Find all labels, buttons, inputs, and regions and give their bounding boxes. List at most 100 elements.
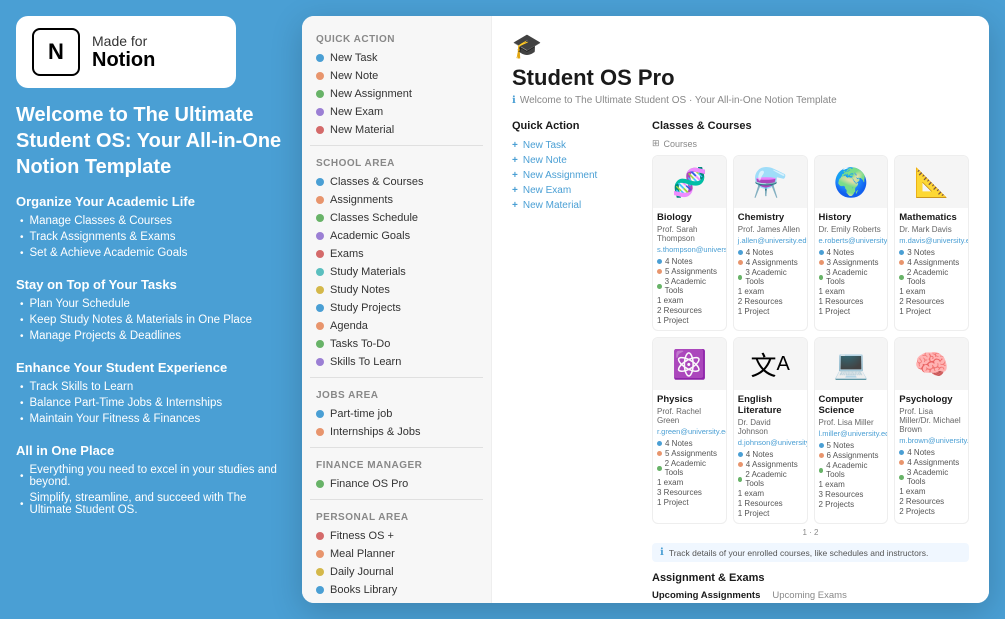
course-stat: 4 Assignments — [899, 458, 964, 467]
sidebar-divider — [310, 499, 483, 500]
course-image-english: 文A — [734, 338, 807, 390]
course-image-mathematics: 📐 — [895, 156, 968, 208]
list-item: Keep Study Notes & Materials in One Plac… — [20, 312, 286, 328]
sidebar-item-new-exam[interactable]: New Exam — [310, 103, 483, 121]
sidebar-item-tasks-todo[interactable]: Tasks To-Do — [310, 335, 483, 353]
course-stat: 4 Assignments — [899, 258, 964, 267]
course-body-biology: Biology Prof. Sarah Thompson s.thompson@… — [653, 208, 726, 330]
course-stat: 1 Project — [657, 498, 722, 507]
pagination-tabs[interactable]: 1 · 2 — [652, 528, 969, 537]
list-item: Track Skills to Learn — [20, 379, 286, 395]
sidebar-item-finance-os[interactable]: Finance OS Pro — [310, 475, 483, 493]
course-body-mathematics: Mathematics Dr. Mark Davis m.davis@unive… — [895, 208, 968, 321]
course-stat: 1 exam — [899, 287, 964, 296]
course-prof: Prof. Rachel Green — [657, 407, 722, 425]
sidebar-item-agenda[interactable]: Agenda — [310, 317, 483, 335]
sidebar-item-label: Internships & Jobs — [330, 426, 421, 438]
course-name: Physics — [657, 394, 722, 405]
content-sections: Quick Action New Task New Note New Assig… — [512, 120, 969, 603]
dot-icon — [316, 358, 324, 366]
left-title: Welcome to The Ultimate Student OS: Your… — [16, 102, 286, 180]
course-stat: 1 exam — [738, 489, 803, 498]
classes-heading: Classes & Courses — [652, 120, 969, 132]
sidebar-item-books-library[interactable]: Books Library — [310, 581, 483, 599]
sidebar-item-label: Habits Tracker — [330, 602, 401, 603]
course-stat: 5 Assignments — [657, 267, 722, 276]
sidebar-item-daily-journal[interactable]: Daily Journal — [310, 563, 483, 581]
course-stat: 2 Resources — [899, 297, 964, 306]
course-card-english[interactable]: 文A English Literature Dr. David Johnson … — [733, 337, 808, 524]
sidebar-item-academic-goals[interactable]: Academic Goals — [310, 227, 483, 245]
course-stat: 3 Notes — [899, 248, 964, 257]
qa-new-task[interactable]: New Task — [512, 138, 632, 153]
sidebar-item-exams[interactable]: Exams — [310, 245, 483, 263]
course-card-chemistry[interactable]: ⚗️ Chemistry Prof. James Allen j.allen@u… — [733, 155, 808, 331]
classes-section: Classes & Courses ⊞ Courses 🧬 Biology Pr… — [652, 120, 969, 603]
course-stat: 2 Academic Tools — [738, 470, 803, 488]
course-card-mathematics[interactable]: 📐 Mathematics Dr. Mark Davis m.davis@uni… — [894, 155, 969, 331]
tab-upcoming-exams[interactable]: Upcoming Exams — [772, 590, 846, 603]
course-stat: 4 Assignments — [738, 258, 803, 267]
sidebar-item-new-note[interactable]: New Note — [310, 67, 483, 85]
allinone-list: Everything you need to excel in your stu… — [16, 462, 286, 518]
course-stat: 1 exam — [819, 287, 884, 296]
course-stat: 3 Resources — [657, 488, 722, 497]
academic-list: Manage Classes & Courses Track Assignmen… — [16, 213, 286, 261]
course-body-psychology: Psychology Prof. Lisa Miller/Dr. Michael… — [895, 390, 968, 521]
sidebar-item-habits-tracker[interactable]: Habits Tracker — [310, 599, 483, 603]
list-item: Set & Achieve Academic Goals — [20, 245, 286, 261]
sidebar-item-label: Skills To Learn — [330, 356, 401, 368]
course-prof: Dr. Emily Roberts — [819, 225, 884, 234]
course-prof: Prof. James Allen — [738, 225, 803, 234]
sidebar-item-internships[interactable]: Internships & Jobs — [310, 423, 483, 441]
qa-new-note[interactable]: New Note — [512, 153, 632, 168]
sidebar-item-parttime-job[interactable]: Part-time job — [310, 405, 483, 423]
dot-icon — [316, 72, 324, 80]
sidebar-section-personal: Personal Area — [310, 506, 483, 527]
course-stat: 1 exam — [899, 487, 964, 496]
sidebar-item-label: New Material — [330, 124, 394, 136]
sidebar-item-classes-schedule[interactable]: Classes Schedule — [310, 209, 483, 227]
course-prof: Prof. Lisa Miller/Dr. Michael Brown — [899, 407, 964, 434]
sidebar-item-new-assignment[interactable]: New Assignment — [310, 85, 483, 103]
course-email: e.roberts@university.edu — [819, 236, 884, 245]
sidebar-item-new-task[interactable]: New Task — [310, 49, 483, 67]
course-card-physics[interactable]: ⚛️ Physics Prof. Rachel Green r.green@un… — [652, 337, 727, 524]
qa-new-assignment[interactable]: New Assignment — [512, 168, 632, 183]
sidebar-item-label: Agenda — [330, 320, 368, 332]
sidebar-item-new-material[interactable]: New Material — [310, 121, 483, 139]
sidebar-item-study-notes[interactable]: Study Notes — [310, 281, 483, 299]
course-stat: 3 Academic Tools — [899, 468, 964, 486]
qa-new-exam[interactable]: New Exam — [512, 183, 632, 198]
sidebar-item-skills-to-learn[interactable]: Skills To Learn — [310, 353, 483, 371]
tab-upcoming-assignments[interactable]: Upcoming Assignments — [652, 590, 760, 603]
sidebar-item-label: Study Materials — [330, 266, 406, 278]
sidebar-item-label: Study Projects — [330, 302, 401, 314]
course-stat: 1 Project — [738, 307, 803, 316]
course-name: English Literature — [738, 394, 803, 416]
course-prof: Dr. Mark Davis — [899, 225, 964, 234]
course-stat: 4 Notes — [657, 257, 722, 266]
list-item: Manage Classes & Courses — [20, 213, 286, 229]
sidebar-item-study-materials[interactable]: Study Materials — [310, 263, 483, 281]
course-card-history[interactable]: 🌍 History Dr. Emily Roberts e.roberts@un… — [814, 155, 889, 331]
sidebar-item-meal-planner[interactable]: Meal Planner — [310, 545, 483, 563]
course-stat: 1 exam — [657, 478, 722, 487]
sidebar-item-classes-courses[interactable]: Classes & Courses — [310, 173, 483, 191]
sidebar-item-fitness[interactable]: Fitness OS + — [310, 527, 483, 545]
course-email: m.brown@university.edu — [899, 436, 964, 445]
course-card-biology[interactable]: 🧬 Biology Prof. Sarah Thompson s.thompso… — [652, 155, 727, 331]
sidebar-item-label: New Task — [330, 52, 377, 64]
sidebar-item-label: Daily Journal — [330, 566, 394, 578]
course-body-english: English Literature Dr. David Johnson d.j… — [734, 390, 807, 523]
course-name: Chemistry — [738, 212, 803, 223]
course-card-cs[interactable]: 💻 Computer Science Prof. Lisa Miller l.m… — [814, 337, 889, 524]
sidebar-item-study-projects[interactable]: Study Projects — [310, 299, 483, 317]
sidebar-item-assignments[interactable]: Assignments — [310, 191, 483, 209]
list-item: Plan Your Schedule — [20, 296, 286, 312]
courses-grid-row2: ⚛️ Physics Prof. Rachel Green r.green@un… — [652, 337, 969, 524]
course-card-psychology[interactable]: 🧠 Psychology Prof. Lisa Miller/Dr. Micha… — [894, 337, 969, 524]
course-name: Mathematics — [899, 212, 964, 223]
left-section-tasks: Stay on Top of Your Tasks Plan Your Sche… — [16, 277, 286, 344]
qa-new-material[interactable]: New Material — [512, 198, 632, 213]
